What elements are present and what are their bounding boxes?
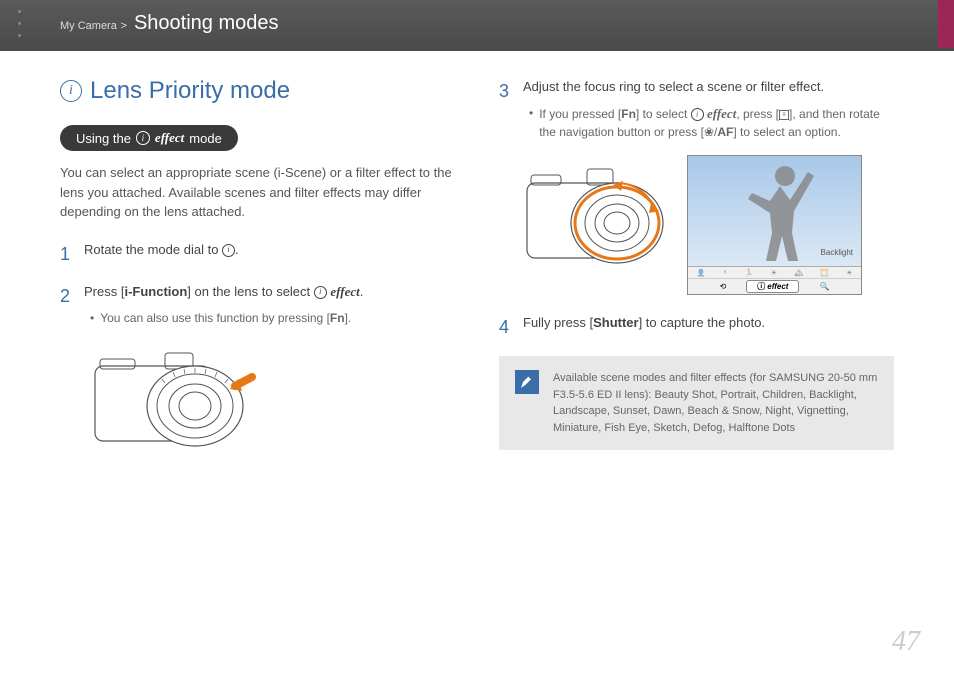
info-icon-inline: i xyxy=(314,286,327,299)
backlight-label: Backlight xyxy=(821,248,853,257)
step2-bullet: You can also use this function by pressi… xyxy=(90,309,455,327)
note-text: Available scene modes and filter effects… xyxy=(553,370,878,436)
heading-text: Lens Priority mode xyxy=(90,77,290,105)
note-box: Available scene modes and filter effects… xyxy=(499,356,894,450)
step-content: Rotate the mode dial to i. xyxy=(84,240,455,269)
pen-icon xyxy=(515,370,539,394)
effect-bar: 👤 ♀ 🏃 ☀ 🏔 🌅 ☀ ⟲ ⓘeffect 🔍 xyxy=(688,266,861,294)
step-number: 3 xyxy=(499,77,513,141)
scene-icon: ♀ xyxy=(722,269,727,276)
camera-illustration-1 xyxy=(80,341,280,471)
pill-effect: effect xyxy=(155,130,184,146)
step2-c: ] on the lens to select xyxy=(187,284,313,299)
effect-bar-bottom: ⟲ ⓘeffect 🔍 xyxy=(688,279,861,294)
scene-icon: ☀ xyxy=(771,269,777,277)
step-number: 2 xyxy=(60,282,74,327)
screen-preview: Backlight 👤 ♀ 🏃 ☀ 🏔 🌅 ☀ ⟲ ⓘeffe xyxy=(687,155,862,295)
breadcrumb-current: Shooting modes xyxy=(134,12,279,34)
step1-text: Rotate the mode dial to xyxy=(84,242,222,257)
breadcrumb-parent: My Camera xyxy=(60,20,117,32)
b3c: , press [ xyxy=(736,107,779,121)
info-icon: i xyxy=(60,80,82,102)
b3effect: effect xyxy=(707,106,736,121)
page-header: My Camera > Shooting modes xyxy=(0,0,954,51)
camera-illustration-2 xyxy=(519,155,679,295)
b3e: ] to select an option. xyxy=(733,125,840,139)
scene-icon: 🏃 xyxy=(745,269,754,277)
intro-text: You can select an appropriate scene (i-S… xyxy=(60,163,455,222)
step4-b: Shutter xyxy=(593,315,639,330)
page-heading: i Lens Priority mode xyxy=(60,77,455,105)
content-area: i Lens Priority mode Using the i effect … xyxy=(0,51,954,481)
scene-icon: 👤 xyxy=(697,269,706,277)
step3-images: Backlight 👤 ♀ 🏃 ☀ 🏔 🌅 ☀ ⟲ ⓘeffe xyxy=(519,155,894,295)
pill-mode: mode xyxy=(189,131,222,146)
info-icon-inline: i xyxy=(222,244,235,257)
b3b: ] to select xyxy=(636,107,691,121)
child-silhouette xyxy=(740,161,830,266)
step-number: 1 xyxy=(60,240,74,269)
step3-bullet: If you pressed [Fn] to select i effect, … xyxy=(529,104,894,142)
breadcrumb-separator: > xyxy=(120,20,129,32)
step2-a: Press [ xyxy=(84,284,124,299)
right-column: 3 Adjust the focus ring to select a scen… xyxy=(499,77,894,481)
scene-icon: 🌅 xyxy=(820,269,829,277)
left-arrow-icon: ⟲ xyxy=(720,282,727,291)
info-icon-small: i xyxy=(136,131,150,145)
macro-af-icon: ❀/AF xyxy=(704,125,733,139)
step2-b: i-Function xyxy=(124,284,187,299)
step-content: Press [i-Function] on the lens to select… xyxy=(84,282,455,327)
b3a: If you pressed [ xyxy=(539,107,621,121)
scene-icon: 🏔 xyxy=(794,269,803,277)
step4-c: ] to capture the photo. xyxy=(639,315,765,330)
fn-label: Fn xyxy=(330,311,345,325)
step2-effect: effect xyxy=(330,284,359,299)
fn-label: Fn xyxy=(621,107,636,121)
pill-using: Using the xyxy=(76,131,131,146)
step-4: 4 Fully press [Shutter] to capture the p… xyxy=(499,313,894,342)
page-number: 47 xyxy=(892,626,920,658)
bullet-a: You can also use this function by pressi… xyxy=(100,311,330,325)
accent-bar xyxy=(938,0,954,48)
step-content: Fully press [Shutter] to capture the pho… xyxy=(523,313,894,342)
step-1: 1 Rotate the mode dial to i. xyxy=(60,240,455,269)
effect-button: ⓘeffect xyxy=(746,280,799,293)
step-number: 4 xyxy=(499,313,513,342)
scene-icons-row: 👤 ♀ 🏃 ☀ 🏔 🌅 ☀ xyxy=(688,267,861,279)
info-icon-inline: i xyxy=(691,108,704,121)
step-3: 3 Adjust the focus ring to select a scen… xyxy=(499,77,894,141)
mode-pill: Using the i effect mode xyxy=(60,125,238,151)
scene-icon: ☀ xyxy=(846,269,852,277)
step-content: Adjust the focus ring to select a scene … xyxy=(523,77,894,141)
dot-decoration xyxy=(18,10,21,37)
step-2: 2 Press [i-Function] on the lens to sele… xyxy=(60,282,455,327)
menu-icon: ≡ xyxy=(779,110,789,120)
effect-btn-label: effect xyxy=(767,282,788,291)
left-column: i Lens Priority mode Using the i effect … xyxy=(60,77,455,481)
step3-text: Adjust the focus ring to select a scene … xyxy=(523,79,824,94)
magnify-icon: 🔍 xyxy=(819,282,829,291)
step4-a: Fully press [ xyxy=(523,315,593,330)
